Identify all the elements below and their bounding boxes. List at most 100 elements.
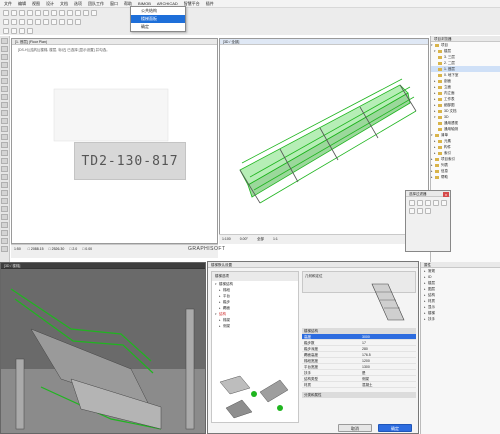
panel-item[interactable]: ▸ 扶手 [421, 316, 500, 322]
prop-row[interactable]: 材质 混凝土 [302, 382, 416, 388]
slab-tool-icon[interactable] [1, 86, 8, 92]
stair-tool-icon[interactable] [1, 94, 8, 100]
bottom-3d-window: [3D / 楼梯] [0, 262, 206, 434]
mesh-tool-icon[interactable] [1, 150, 8, 156]
menu-option[interactable]: 公共结构 [131, 7, 185, 15]
new-icon[interactable] [3, 9, 9, 16]
stair-model [239, 78, 417, 204]
menu-item[interactable]: 智慧平台 [184, 1, 200, 7]
fill-tool-icon[interactable] [1, 182, 8, 188]
filter-readout[interactable]: 全部 [257, 237, 264, 241]
tree-item[interactable]: ▸ 侧梁 [212, 323, 298, 329]
filter-icon[interactable] [441, 200, 447, 206]
pan-icon[interactable] [91, 9, 97, 16]
dropdown-menu: 公共结构 楼梯面板 确定 [130, 6, 186, 32]
scale-readout[interactable]: 1:100 [222, 237, 231, 241]
beam-tool-icon[interactable] [1, 78, 8, 84]
pointer-icon[interactable] [67, 9, 73, 16]
roof-tool-icon[interactable] [1, 110, 8, 116]
column-icon[interactable] [11, 18, 17, 25]
slab-icon[interactable] [27, 18, 33, 25]
menu-item[interactable]: 文档 [60, 1, 68, 7]
stair-3d-canvas[interactable] [1, 269, 205, 433]
filter-icon[interactable] [409, 200, 415, 206]
drawing-tool-icon[interactable] [1, 214, 8, 220]
zoom-icon[interactable] [83, 9, 89, 16]
menu-option[interactable]: 确定 [131, 23, 185, 31]
marquee-icon[interactable] [75, 9, 81, 16]
door-tool-icon[interactable] [1, 54, 8, 60]
ok-button[interactable]: 确定 [378, 424, 412, 432]
close-icon[interactable]: x [443, 192, 449, 197]
nav-item[interactable]: ▸ 帮助 [431, 174, 500, 180]
beam-icon[interactable] [19, 18, 25, 25]
undo-icon[interactable] [27, 9, 33, 16]
line-tool-icon[interactable] [1, 190, 8, 196]
section-header[interactable]: 分类和属性 [302, 392, 416, 398]
zone-tool-icon[interactable] [1, 142, 8, 148]
menu-item[interactable]: 团队工作 [88, 1, 104, 7]
coord-y: □ 2526.30 [48, 247, 65, 251]
stair-diagram [371, 283, 405, 321]
menu-item[interactable]: 插件 [206, 1, 214, 7]
menu-item[interactable]: 选项 [74, 1, 82, 7]
arc-tool-icon[interactable] [1, 198, 8, 204]
stair-settings-dialog: 楼梯默认设置 楼梯选项 ▾ 楼梯结构 ▸ 梯段 ▸ 平台 ▸ 踏步 ▸ 踢面 ▾ 结构 ▸ 梯… [207, 261, 419, 434]
filter-icon[interactable] [409, 208, 415, 214]
dimension-icon[interactable] [75, 18, 81, 25]
coord-x: □ 2088.15 [27, 247, 44, 251]
wall-tool-icon[interactable] [1, 46, 8, 52]
menu-item[interactable]: 视图 [32, 1, 40, 7]
cut-icon[interactable] [43, 9, 49, 16]
menu-item[interactable]: 编辑 [18, 1, 26, 7]
morph-tool-icon[interactable] [1, 126, 8, 132]
railing-icon[interactable] [43, 18, 49, 25]
coord-a: □ 2.0 [69, 247, 78, 251]
menu-item[interactable]: 文件 [4, 1, 12, 7]
paste-icon[interactable] [59, 9, 65, 16]
layer-icon[interactable] [3, 27, 9, 34]
roof-icon[interactable] [51, 18, 57, 25]
mesh-icon[interactable] [59, 18, 65, 25]
railing-tool-icon[interactable] [1, 102, 8, 108]
menu-option-selected[interactable]: 楼梯面板 [131, 15, 185, 23]
filter-icon[interactable] [417, 208, 423, 214]
pen-icon[interactable] [11, 27, 17, 34]
copy-icon[interactable] [51, 9, 57, 16]
filter-icon[interactable] [425, 200, 431, 206]
label-tool-icon[interactable] [1, 174, 8, 180]
redo-icon[interactable] [35, 9, 41, 16]
detail-tool-icon[interactable] [1, 238, 8, 244]
menu-bar: 文件 编辑 视图 设计 文档 选项 团队工作 窗口 帮助 BIMOB ARCHI… [0, 0, 500, 8]
wall-icon[interactable] [3, 18, 9, 25]
menu-item[interactable]: 设计 [46, 1, 54, 7]
window-tool-icon[interactable] [1, 62, 8, 68]
arrow-tool-icon[interactable] [1, 38, 8, 44]
object-icon[interactable] [67, 18, 73, 25]
open-icon[interactable] [11, 9, 17, 16]
stair-label-box[interactable]: TD2-130-817 [74, 142, 186, 180]
worksheet-tool-icon[interactable] [1, 246, 8, 252]
section-tool-icon[interactable] [1, 222, 8, 228]
save-icon[interactable] [19, 9, 25, 16]
shell-tool-icon[interactable] [1, 118, 8, 124]
filter-icon[interactable] [417, 200, 423, 206]
fill-icon[interactable] [19, 27, 25, 34]
text-tool-icon[interactable] [1, 166, 8, 172]
menu-item[interactable]: 窗口 [110, 1, 118, 7]
column-tool-icon[interactable] [1, 70, 8, 76]
zoom-readout[interactable]: 1:50 [14, 247, 21, 251]
dialog-tree: 楼梯选项 ▾ 楼梯结构 ▸ 梯段 ▸ 平台 ▸ 踏步 ▸ 踢面 ▾ 结构 ▸ 梯梁 ▸ 侧梁 [211, 271, 299, 423]
standard-toolbar [0, 8, 500, 17]
3d-canvas[interactable] [220, 45, 428, 243]
material-icon[interactable] [27, 27, 33, 34]
polyline-tool-icon[interactable] [1, 206, 8, 212]
dimension-tool-icon[interactable] [1, 158, 8, 164]
elevation-tool-icon[interactable] [1, 230, 8, 236]
cancel-button[interactable]: 取消 [338, 424, 372, 432]
stair-icon[interactable] [35, 18, 41, 25]
stair-preview-icons[interactable] [216, 372, 296, 420]
object-tool-icon[interactable] [1, 134, 8, 140]
filter-icon[interactable] [433, 200, 439, 206]
filter-icon[interactable] [425, 208, 431, 214]
